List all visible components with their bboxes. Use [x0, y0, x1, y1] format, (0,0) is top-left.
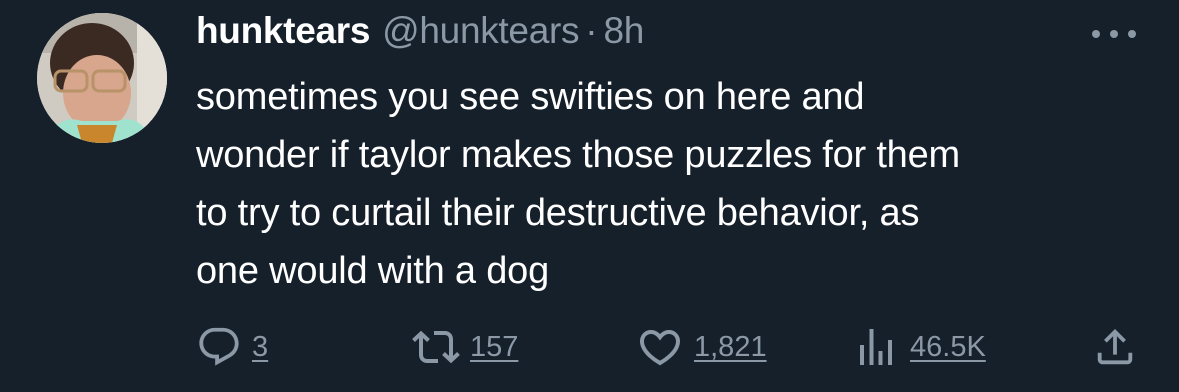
action-bar: 3 157 1,821 46.5K [0, 322, 1179, 372]
more-icon [1092, 30, 1136, 38]
retweet-button[interactable]: 157 [412, 322, 518, 372]
like-button[interactable]: 1,821 [636, 322, 767, 372]
avatar-photo [37, 13, 167, 143]
separator-dot: · [585, 10, 598, 51]
heart-icon [639, 330, 681, 366]
reply-button[interactable]: 3 [196, 322, 268, 372]
more-button[interactable] [1088, 24, 1140, 44]
retweet-icon [412, 330, 460, 364]
tweet: hunktears @hunktears · 8h sometimes you … [0, 0, 1179, 392]
tweet-text: sometimes you see swifties on here and w… [196, 68, 1146, 300]
like-count: 1,821 [694, 330, 767, 363]
share-icon [1097, 328, 1133, 365]
views-button[interactable]: 46.5K [852, 322, 986, 372]
tweet-text-line: sometimes you see swifties on here and [196, 76, 865, 118]
tweet-text-line: wonder if taylor makes those puzzles for… [196, 134, 961, 176]
views-icon [860, 329, 892, 365]
display-name[interactable]: hunktears [196, 10, 370, 52]
share-button[interactable] [1092, 322, 1138, 372]
reply-icon [199, 327, 239, 366]
handle[interactable]: @hunktears [382, 10, 579, 52]
tweet-header: hunktears @hunktears · 8h [196, 10, 644, 60]
retweet-count: 157 [470, 330, 519, 363]
avatar[interactable] [37, 13, 167, 143]
tweet-text-line: one would with a dog [196, 250, 550, 292]
timestamp[interactable]: 8h [604, 10, 645, 52]
views-count: 46.5K [910, 330, 986, 363]
tweet-text-line: to try to curtail their destructive beha… [196, 192, 920, 234]
reply-count: 3 [252, 330, 269, 363]
